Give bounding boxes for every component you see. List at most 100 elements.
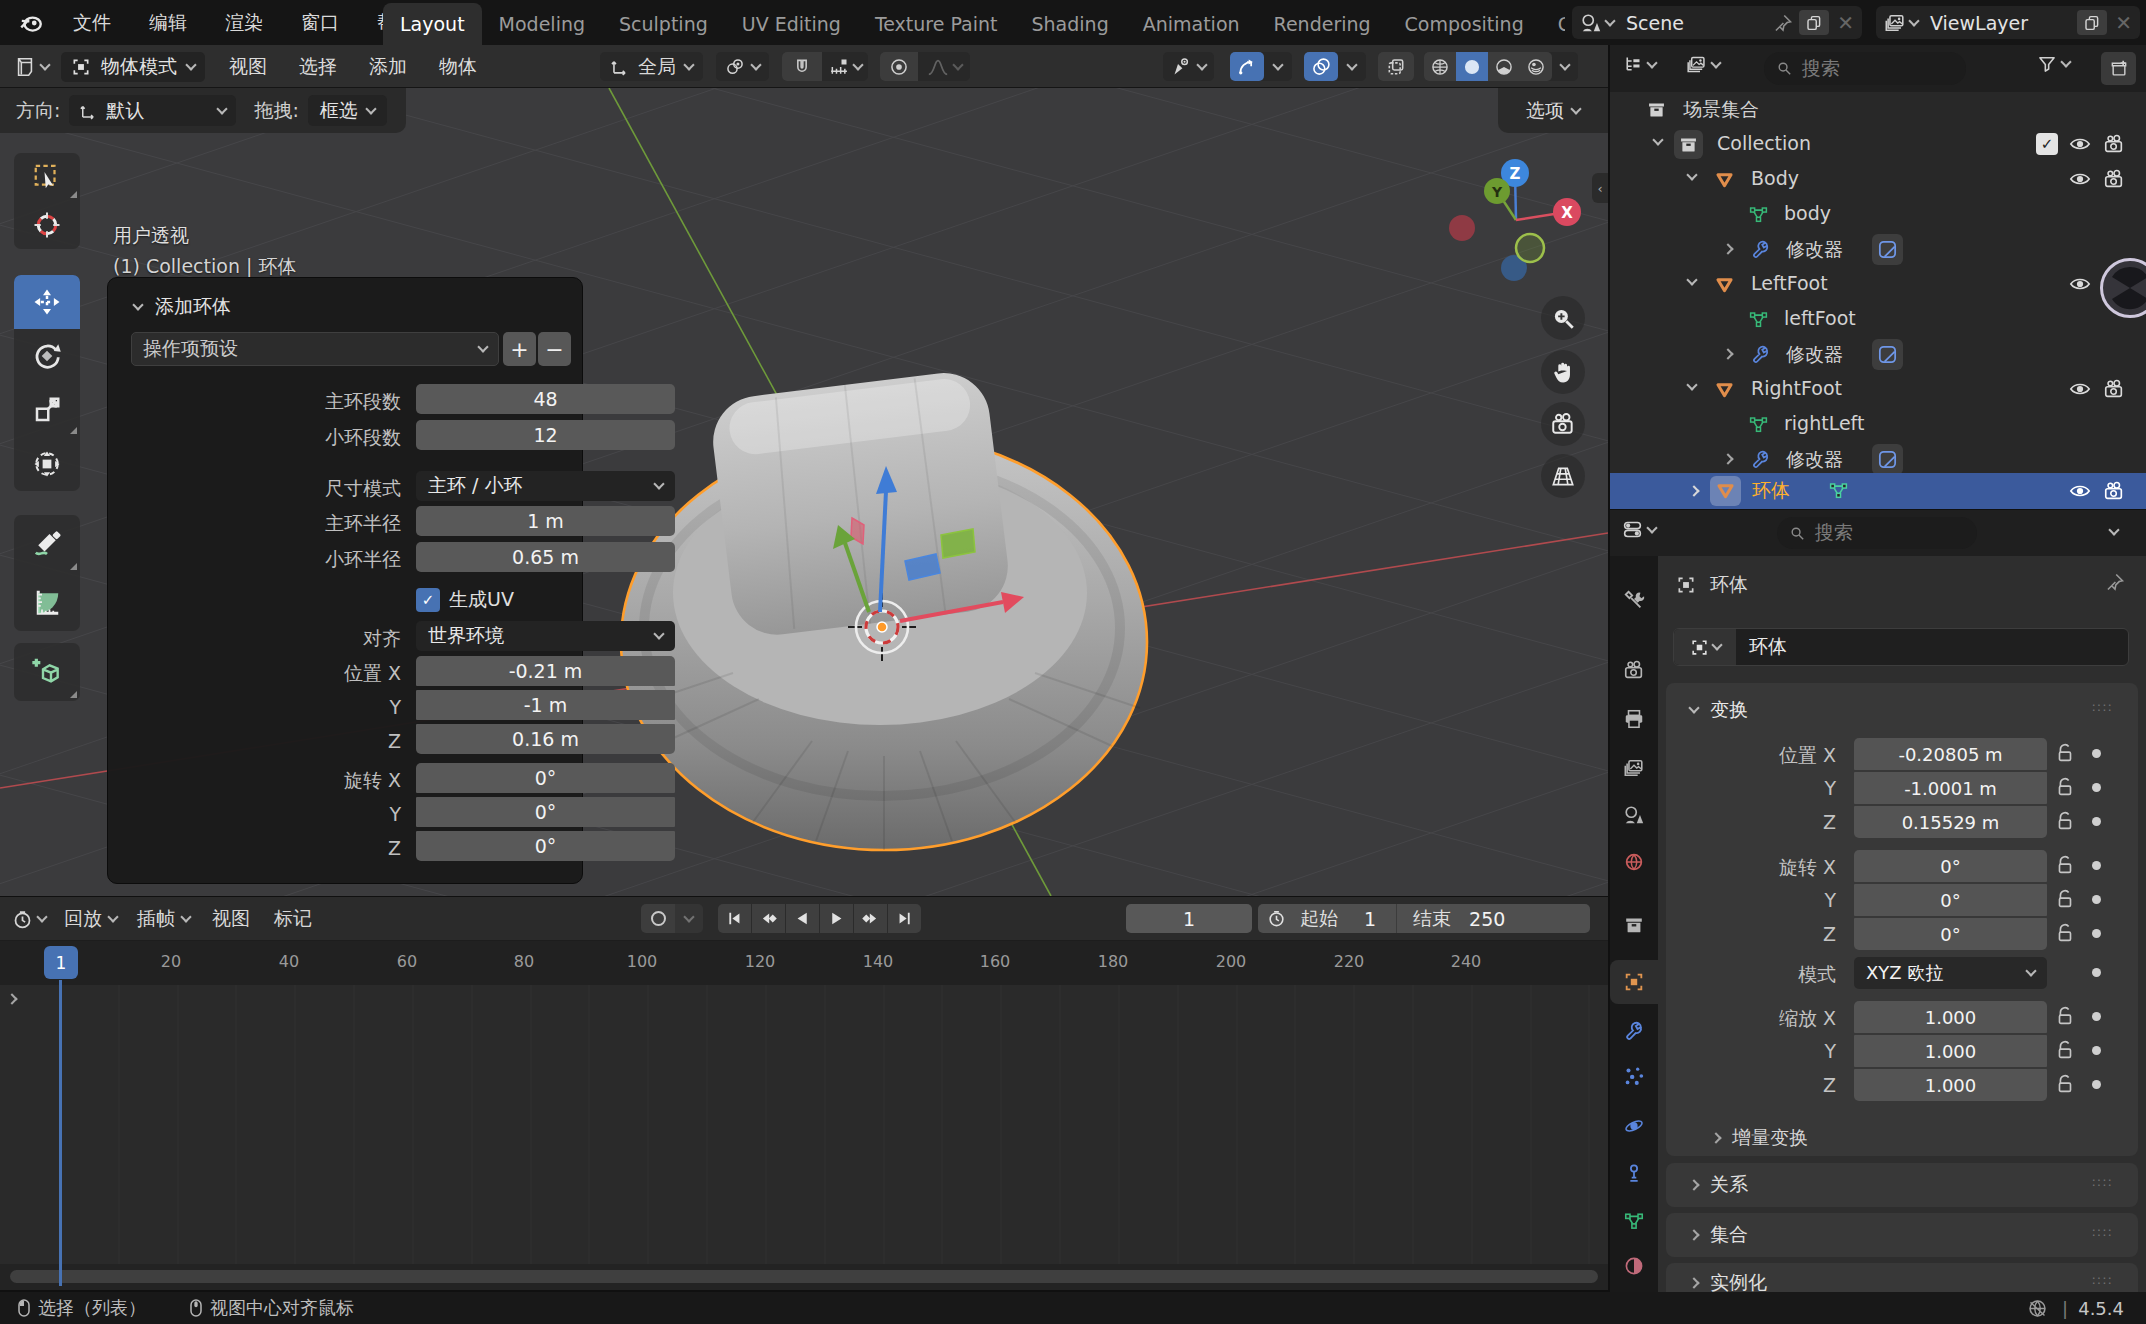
tab-layout[interactable]: Layout bbox=[383, 3, 482, 45]
properties-editor-type-button[interactable] bbox=[1622, 519, 1656, 540]
panel-grip[interactable]: :::: bbox=[2091, 1272, 2113, 1287]
tab-collection[interactable] bbox=[1610, 903, 1658, 947]
animate-dot[interactable] bbox=[2092, 1012, 2101, 1021]
major-segments-field[interactable]: 48 bbox=[416, 384, 675, 414]
tool-move[interactable] bbox=[14, 275, 80, 329]
current-frame-badge[interactable]: 1 bbox=[44, 946, 78, 979]
proportional-toggle[interactable] bbox=[880, 52, 918, 81]
viewport-3d[interactable]: Z Y X 方向: 默认 拖拽: 框选 选项 用户透视 (1) Collecti… bbox=[0, 88, 1608, 896]
lock-icon[interactable] bbox=[2054, 888, 2076, 910]
lock-icon[interactable] bbox=[2054, 854, 2076, 876]
animate-dot[interactable] bbox=[2092, 783, 2101, 792]
menu-render[interactable]: 渲染 bbox=[206, 0, 282, 45]
tool-measure[interactable] bbox=[14, 573, 80, 631]
panel-grip[interactable]: :::: bbox=[2091, 1174, 2113, 1189]
scene-selector[interactable]: Scene ✕ bbox=[1572, 6, 1862, 39]
outliner-filter-mode-button[interactable] bbox=[1686, 54, 1720, 75]
preset-remove-button[interactable]: − bbox=[538, 332, 571, 366]
tab-object-data[interactable] bbox=[1610, 1199, 1658, 1243]
tab-rendering[interactable]: Rendering bbox=[1257, 3, 1388, 45]
eye-icon[interactable] bbox=[2069, 378, 2091, 400]
delta-transform-section[interactable]: 增量变换 bbox=[1712, 1125, 1808, 1151]
auto-key-dropdown[interactable] bbox=[675, 904, 703, 933]
shading-rendered-button[interactable] bbox=[1520, 52, 1552, 81]
shading-wireframe-button[interactable] bbox=[1424, 52, 1456, 81]
prop-scale-x-field[interactable]: 1.000 bbox=[1854, 1001, 2047, 1033]
gizmos-toggle[interactable] bbox=[1230, 52, 1264, 81]
tab-view-layer[interactable] bbox=[1610, 746, 1658, 790]
play-button[interactable] bbox=[820, 904, 853, 933]
prop-rotation-y-field[interactable]: 0° bbox=[1854, 884, 2047, 916]
blender-logo-icon[interactable] bbox=[0, 10, 54, 36]
display-modifier-icon[interactable] bbox=[1876, 343, 1899, 366]
outliner-row-body-object[interactable]: Body bbox=[1610, 162, 2146, 197]
animate-dot[interactable] bbox=[2092, 749, 2101, 758]
prop-scale-y-field[interactable]: 1.000 bbox=[1854, 1035, 2047, 1067]
tab-sculpting[interactable]: Sculpting bbox=[602, 3, 725, 45]
pin-icon[interactable] bbox=[2105, 572, 2125, 592]
align-dropdown[interactable]: 世界环境 bbox=[416, 621, 675, 651]
direction-dropdown[interactable]: 默认 bbox=[69, 95, 236, 126]
prop-mode-dropdown[interactable]: XYZ 欧拉 bbox=[1854, 957, 2047, 989]
menu-object[interactable]: 物体 bbox=[423, 45, 493, 88]
object-name-field[interactable]: 环体 bbox=[1673, 628, 2129, 666]
tab-render[interactable] bbox=[1610, 648, 1658, 692]
size-mode-dropdown[interactable]: 主环 / 小环 bbox=[416, 471, 675, 501]
prop-location-x-field[interactable]: -0.20805 m bbox=[1854, 738, 2047, 770]
menu-edit[interactable]: 编辑 bbox=[130, 0, 206, 45]
drag-dropdown[interactable]: 框选 bbox=[308, 95, 387, 126]
camera-icon[interactable] bbox=[2103, 480, 2125, 502]
tool-annotate[interactable] bbox=[14, 515, 80, 573]
menu-select[interactable]: 选择 bbox=[283, 45, 353, 88]
outliner-row-leftfoot-modifiers[interactable]: 修改器 bbox=[1610, 337, 2146, 372]
new-collection-button[interactable] bbox=[2101, 52, 2136, 85]
tool-add-cube[interactable] bbox=[14, 643, 80, 701]
menu-keying[interactable]: 插帧 bbox=[127, 897, 200, 941]
lock-icon[interactable] bbox=[2054, 1073, 2076, 1095]
tab-shading[interactable]: Shading bbox=[1015, 3, 1126, 45]
major-radius-field[interactable]: 1 m bbox=[416, 506, 675, 536]
camera-icon[interactable] bbox=[2103, 168, 2125, 190]
orientation-dropdown[interactable]: 全局 bbox=[600, 52, 703, 81]
rotation-y-field[interactable]: 0° bbox=[416, 797, 675, 827]
pin-icon[interactable] bbox=[1773, 13, 1793, 33]
xray-toggle[interactable] bbox=[1378, 52, 1414, 81]
prop-rotation-z-field[interactable]: 0° bbox=[1854, 918, 2047, 950]
options-dropdown[interactable]: 选项 bbox=[1526, 98, 1580, 124]
timeline-scrollbar[interactable] bbox=[10, 1270, 1598, 1283]
menu-window[interactable]: 窗口 bbox=[282, 0, 358, 45]
snap-target-button[interactable] bbox=[822, 52, 868, 81]
auto-key-toggle[interactable] bbox=[641, 904, 675, 933]
menu-view[interactable]: 视图 bbox=[213, 45, 283, 88]
mode-dropdown[interactable]: 物体模式 bbox=[61, 52, 205, 82]
editor-type-button[interactable] bbox=[0, 56, 57, 78]
prop-rotation-x-field[interactable]: 0° bbox=[1854, 850, 2047, 882]
outliner-row-body-mesh[interactable]: body bbox=[1610, 197, 2146, 232]
start-frame-field[interactable]: 1 bbox=[1364, 908, 1376, 930]
outliner-row-collection[interactable]: Collection ✓ bbox=[1610, 127, 2146, 162]
tab-uv-editing[interactable]: UV Editing bbox=[725, 3, 858, 45]
animate-dot[interactable] bbox=[2092, 929, 2101, 938]
rotation-z-field[interactable]: 0° bbox=[416, 831, 675, 861]
scene-unlink-icon[interactable]: ✕ bbox=[1837, 11, 1854, 35]
minor-radius-field[interactable]: 0.65 m bbox=[416, 542, 675, 572]
viewlayer-unlink-icon[interactable]: ✕ bbox=[2115, 11, 2132, 35]
camera-icon[interactable] bbox=[2103, 378, 2125, 400]
lock-icon[interactable] bbox=[2054, 922, 2076, 944]
animate-dot[interactable] bbox=[2092, 1080, 2101, 1089]
play-reverse-button[interactable] bbox=[786, 904, 819, 933]
outliner-row-body-modifiers[interactable]: 修改器 bbox=[1610, 232, 2146, 267]
current-frame-field[interactable]: 1 bbox=[1126, 904, 1252, 933]
outliner-row-rightfoot-object[interactable]: RightFoot bbox=[1610, 372, 2146, 407]
menu-timeline-view[interactable]: 视图 bbox=[200, 897, 262, 941]
jump-to-end-button[interactable] bbox=[888, 904, 921, 933]
falloff-dropdown[interactable] bbox=[918, 52, 970, 81]
tab-physics[interactable] bbox=[1610, 1104, 1658, 1148]
menu-file[interactable]: 文件 bbox=[54, 0, 130, 45]
location-z-field[interactable]: 0.16 m bbox=[416, 724, 675, 754]
prop-scale-z-field[interactable]: 1.000 bbox=[1854, 1069, 2047, 1101]
collection-checkbox[interactable]: ✓ bbox=[2036, 133, 2058, 155]
tool-select-box[interactable] bbox=[14, 153, 80, 201]
tab-geometry-nodes[interactable]: Geometry Nodes bbox=[1541, 3, 1565, 45]
properties-options-dropdown[interactable] bbox=[2108, 524, 2119, 535]
